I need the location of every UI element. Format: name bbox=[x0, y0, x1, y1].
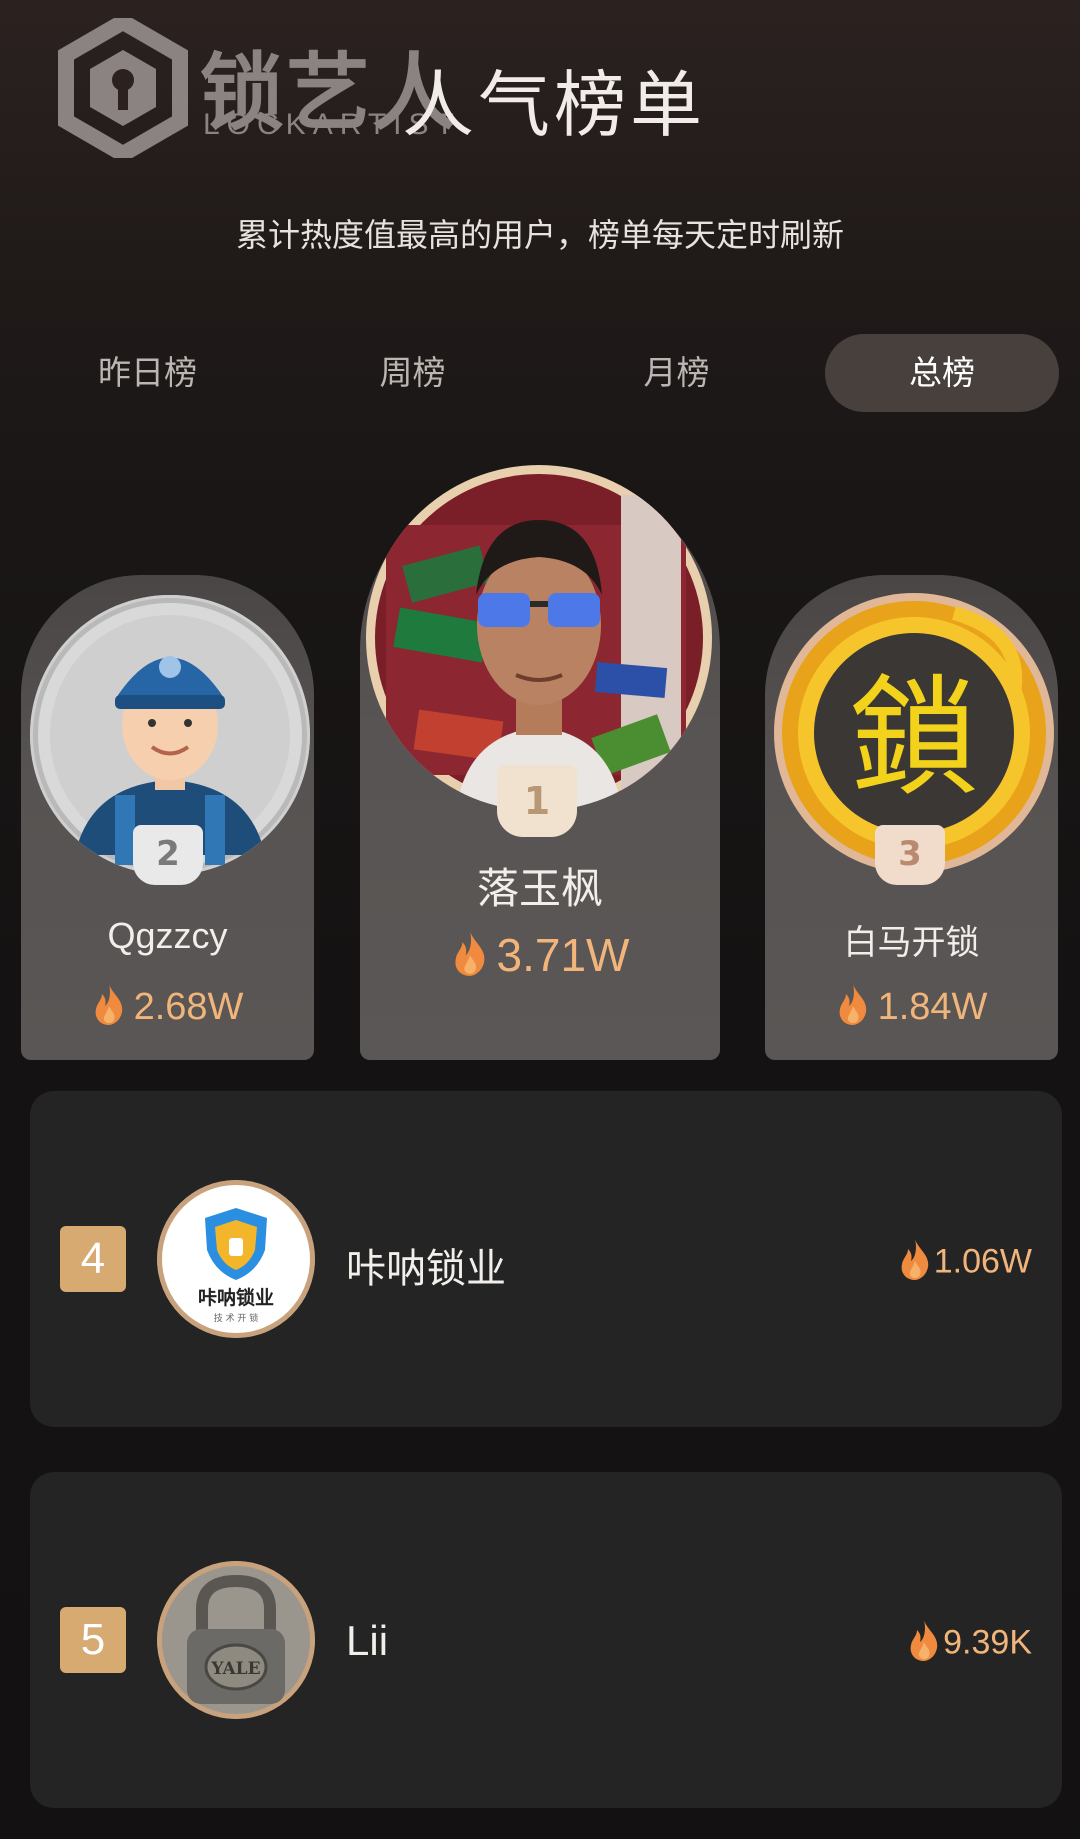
tab-weekly[interactable]: 周榜 bbox=[320, 334, 505, 412]
rank-badge-first: 1 bbox=[497, 765, 577, 837]
list-avatar[interactable]: YALE bbox=[157, 1561, 315, 1719]
flame-icon bbox=[836, 982, 870, 1036]
list-avatar-text: YALE bbox=[210, 1659, 260, 1679]
flame-icon bbox=[907, 1618, 941, 1671]
flame-icon bbox=[451, 929, 489, 988]
ranking-tabs: 昨日榜 周榜 月榜 总榜 bbox=[0, 334, 1080, 414]
list-item-name: Lii bbox=[346, 1617, 389, 1664]
podium-name-third: 白马开锁 bbox=[843, 923, 980, 963]
list-avatar[interactable]: 咔呐锁业 技 术 开 锁 bbox=[157, 1180, 315, 1338]
list-item-score: 9.39K bbox=[907, 1618, 1032, 1671]
tab-total[interactable]: 总榜 bbox=[825, 334, 1059, 412]
list-item[interactable]: 4 咔呐锁业 技 术 开 锁 咔呐锁业 1.06W bbox=[30, 1091, 1062, 1427]
rank-badge-second: 2 bbox=[133, 825, 203, 885]
podium-score-first: 3.71W bbox=[360, 928, 720, 988]
list-avatar-text: 咔呐锁业 bbox=[198, 1286, 274, 1309]
tab-monthly[interactable]: 月榜 bbox=[584, 334, 769, 412]
podium-name-second: Qgzzcy bbox=[107, 915, 228, 956]
list-item-score: 1.06W bbox=[898, 1237, 1032, 1290]
podium-score-third: 1.84W bbox=[765, 982, 1058, 1036]
rank-number: 5 bbox=[60, 1607, 126, 1673]
list-item[interactable]: 5 YALE Lii 9.39K bbox=[30, 1472, 1062, 1808]
flame-icon bbox=[898, 1237, 932, 1290]
list-avatar-subtext: 技 术 开 锁 bbox=[214, 1312, 259, 1324]
page-title: 人气榜单 bbox=[402, 63, 707, 147]
list-item-score-value: 1.06W bbox=[933, 1242, 1032, 1281]
page-subtitle: 累计热度值最高的用户，榜单每天定时刷新 bbox=[235, 216, 844, 254]
svg-text:鎖: 鎖 bbox=[849, 662, 979, 814]
rank-number: 4 bbox=[60, 1226, 126, 1292]
podium-score-third-value: 1.84W bbox=[877, 986, 988, 1029]
tab-yesterday[interactable]: 昨日榜 bbox=[55, 334, 240, 412]
flame-icon bbox=[92, 982, 126, 1036]
podium-score-second-value: 2.68W bbox=[133, 986, 244, 1029]
avatar-first[interactable] bbox=[366, 465, 712, 811]
rank-badge-third: 3 bbox=[875, 825, 945, 885]
lockartist-logo bbox=[58, 12, 188, 164]
podium-score-second: 2.68W bbox=[21, 982, 314, 1036]
list-item-score-value: 9.39K bbox=[943, 1623, 1032, 1662]
podium-score-first-value: 3.71W bbox=[496, 929, 630, 981]
podium-name-first: 落玉枫 bbox=[476, 864, 603, 913]
list-item-name: 咔呐锁业 bbox=[346, 1246, 506, 1292]
